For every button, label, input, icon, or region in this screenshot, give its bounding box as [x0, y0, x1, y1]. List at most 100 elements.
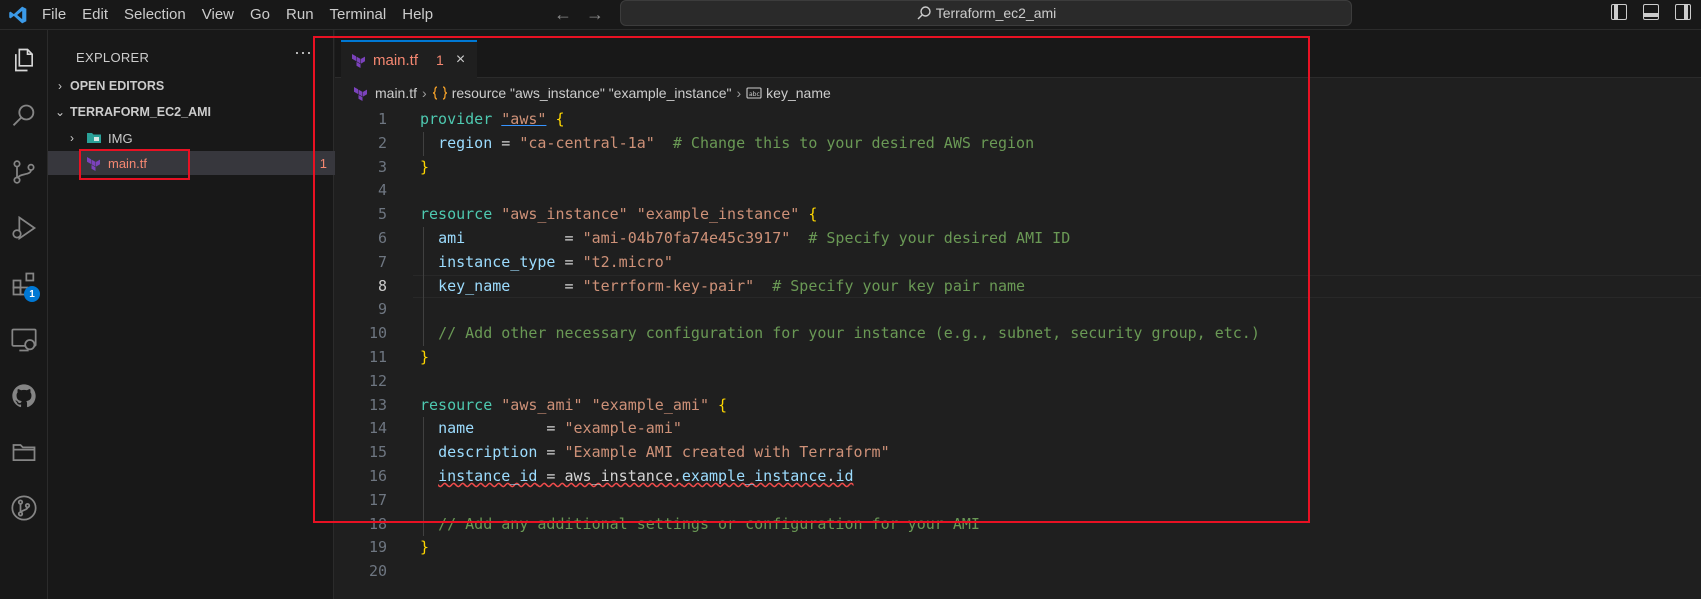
- code-token: // Add other necessary configuration for…: [438, 324, 1260, 343]
- code-line[interactable]: 20: [335, 560, 1701, 584]
- code-token: =: [537, 443, 565, 462]
- open-editors-section[interactable]: › OPEN EDITORS: [48, 74, 337, 98]
- menu-edit[interactable]: Edit: [74, 0, 116, 30]
- breadcrumb-resource[interactable]: resource "aws_instance" "example_instanc…: [452, 85, 732, 101]
- sidebar-title: EXPLORER: [76, 50, 150, 65]
- line-number: 17: [368, 490, 387, 509]
- menu-selection[interactable]: Selection: [116, 0, 194, 30]
- code-token: "ca-central-1a": [519, 133, 655, 152]
- workspace-folder-section[interactable]: ⌄ TERRAFORM_EC2_AMI: [48, 100, 337, 124]
- code-line[interactable]: 12: [335, 370, 1701, 394]
- breadcrumb-attribute[interactable]: key_name: [766, 85, 831, 101]
- tab-strip: main.tf 1 ×: [335, 30, 1701, 78]
- code-token: description: [438, 443, 538, 462]
- line-number: 8: [377, 276, 387, 295]
- code-line[interactable]: 15 description = "Example AMI created wi…: [335, 441, 1701, 465]
- folder-icon[interactable]: [0, 428, 48, 476]
- code-line[interactable]: 11}: [335, 346, 1701, 370]
- back-arrow-icon[interactable]: ←: [554, 4, 572, 25]
- menu-terminal[interactable]: Terminal: [322, 0, 395, 30]
- extensions-icon[interactable]: 1: [0, 260, 48, 308]
- breadcrumb: main.tf › resource "aws_instance" "examp…: [353, 82, 831, 104]
- code-editor[interactable]: 1 provider "aws" {2 region = "ca-central-…: [335, 108, 1701, 584]
- chevron-right-icon: ›: [736, 85, 742, 101]
- code-line[interactable]: 19}: [335, 536, 1701, 560]
- extensions-badge: 1: [24, 286, 40, 302]
- code-token: instance_id: [438, 466, 538, 485]
- code-line[interactable]: 10 // Add other necessary configuration …: [335, 322, 1701, 346]
- terraform-file-icon: [352, 54, 365, 68]
- code-line[interactable]: 7 instance_type = "t2.micro": [335, 250, 1701, 275]
- toggle-panel-icon[interactable]: [1643, 4, 1659, 20]
- code-line[interactable]: 2 region = "ca-central-1a" # Change this…: [335, 131, 1701, 156]
- line-number: 7: [377, 252, 387, 271]
- line-number: 9: [377, 300, 387, 319]
- code-line[interactable]: 4: [335, 179, 1701, 203]
- tab-main-tf[interactable]: main.tf 1 ×: [341, 40, 477, 78]
- code-token: # Specify your desired AMI ID: [808, 228, 1071, 247]
- search-activity-icon[interactable]: [0, 92, 48, 140]
- line-content: }: [420, 156, 429, 180]
- code-token: # Change this to your desired AWS region: [672, 133, 1035, 152]
- terraform-file-icon: [87, 157, 100, 171]
- code-line[interactable]: 17: [335, 488, 1701, 513]
- explorer-icon[interactable]: [0, 36, 48, 84]
- code-token: = aws_instance.: [537, 466, 682, 485]
- tree-item-label: main.tf: [108, 155, 148, 171]
- source-control-icon[interactable]: [0, 148, 48, 196]
- line-number: 15: [368, 443, 387, 462]
- code-token: }: [420, 347, 430, 366]
- code-line[interactable]: 3}: [335, 156, 1701, 180]
- menu-go[interactable]: Go: [242, 0, 278, 30]
- explorer-sidebar: EXPLORER ··· › OPEN EDITORS ⌄ TERRAFORM_…: [48, 30, 371, 599]
- git-graph-icon[interactable]: [0, 484, 48, 532]
- code-line[interactable]: 13 resource "aws_ami" "example_ami" {: [335, 394, 1701, 418]
- tree-item-img-folder[interactable]: › IMG: [48, 126, 349, 150]
- close-icon[interactable]: ×: [456, 51, 465, 69]
- menu-view[interactable]: View: [194, 0, 242, 30]
- code-line[interactable]: 8 key_name = "terrform-key-pair" # Speci…: [335, 274, 1701, 299]
- code-token: ami: [438, 228, 466, 247]
- remote-explorer-icon[interactable]: [0, 316, 48, 364]
- indent-guide: [423, 488, 424, 513]
- github-icon[interactable]: [0, 372, 48, 420]
- run-debug-icon[interactable]: [0, 204, 48, 252]
- code-line[interactable]: 14 name = "example-ami": [335, 417, 1701, 442]
- breadcrumb-file[interactable]: main.tf: [375, 85, 417, 101]
- code-line[interactable]: 9: [335, 298, 1701, 323]
- code-line[interactable]: 16 instance_id = aws_instance.example_in…: [335, 464, 1701, 489]
- tree-item-main-tf[interactable]: main.tf 1: [48, 151, 371, 175]
- code-line[interactable]: 18 // Add any additional settings or con…: [335, 512, 1701, 537]
- tab-label: main.tf: [373, 51, 419, 69]
- search-icon: [917, 6, 931, 20]
- line-content: description = "Example AMI created with …: [420, 441, 890, 465]
- more-actions-icon[interactable]: ···: [294, 42, 312, 63]
- code-line[interactable]: 1 provider "aws" {: [335, 108, 1701, 132]
- line-content: provider "aws" {: [420, 108, 565, 132]
- line-content: // Add other necessary configuration for…: [420, 322, 1260, 346]
- code-line[interactable]: 6 ami = "ami-04b70fa74e45c3917" # Specif…: [335, 226, 1701, 251]
- line-number: 12: [368, 371, 387, 390]
- open-editors-label: OPEN EDITORS: [70, 79, 165, 93]
- menu-run[interactable]: Run: [278, 0, 322, 30]
- forward-arrow-icon[interactable]: →: [586, 4, 604, 25]
- menu-help[interactable]: Help: [394, 0, 441, 30]
- vscode-logo-icon: [9, 6, 27, 24]
- toggle-secondary-sidebar-icon[interactable]: [1675, 4, 1691, 20]
- command-center-search[interactable]: Terraform_ec2_ami: [620, 0, 1352, 26]
- toggle-primary-sidebar-icon[interactable]: [1611, 4, 1627, 20]
- svg-text:abc: abc: [749, 91, 760, 98]
- code-line[interactable]: 5 resource "aws_instance" "example_instan…: [335, 203, 1701, 227]
- line-content: resource "aws_instance" "example_instanc…: [420, 203, 817, 227]
- menu-file[interactable]: File: [34, 0, 74, 30]
- code-token: "ami-04b70fa74e45c3917": [582, 228, 791, 247]
- code-token: "example_ami": [591, 395, 709, 414]
